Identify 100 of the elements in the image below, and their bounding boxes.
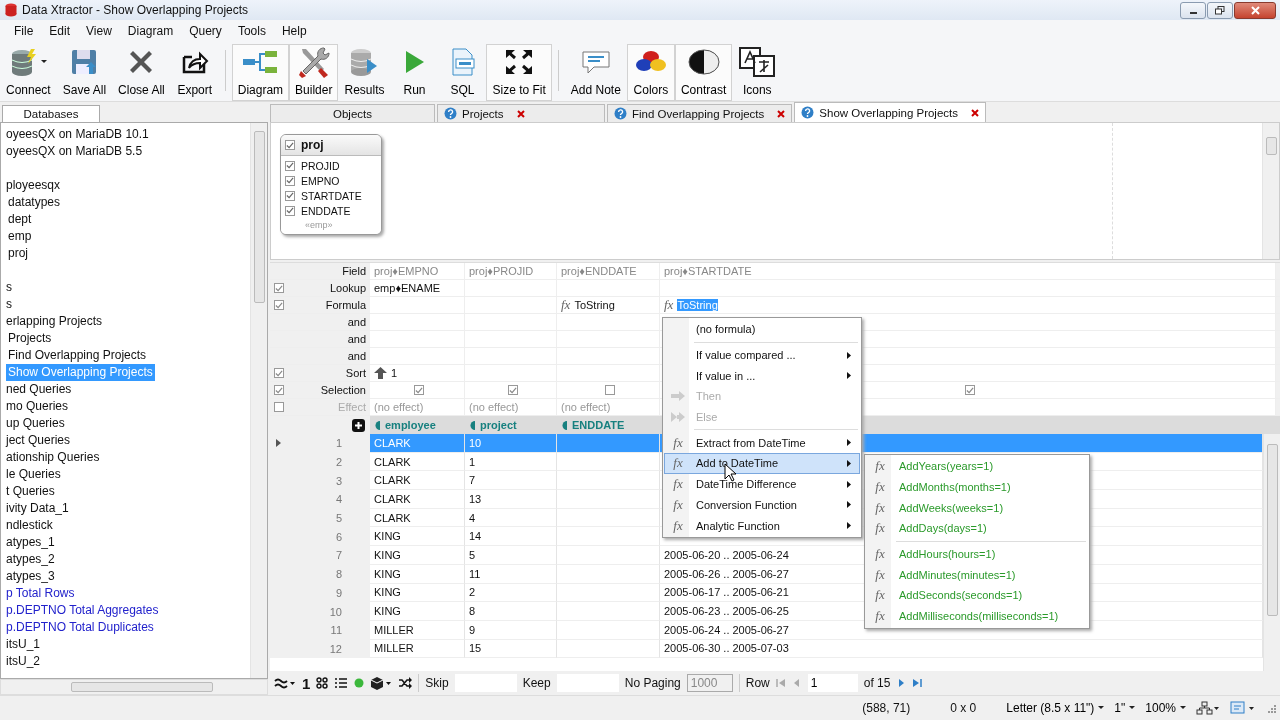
checkbox[interactable] bbox=[507, 385, 518, 395]
close-button[interactable] bbox=[1234, 1, 1276, 19]
menu-item[interactable]: If value in ... bbox=[664, 365, 860, 387]
toolbar-button[interactable]: Size to Fit bbox=[486, 44, 552, 101]
table-cell[interactable]: emp♦ENAME bbox=[370, 280, 465, 296]
minimize-button[interactable] bbox=[1180, 1, 1206, 19]
table-cell[interactable]: proj♦ENDDATE bbox=[557, 263, 660, 279]
close-icon[interactable] bbox=[777, 109, 786, 118]
checkbox[interactable] bbox=[274, 385, 284, 395]
tree-item[interactable]: emp bbox=[1, 228, 34, 245]
panel-tab[interactable]: Databases bbox=[2, 105, 100, 122]
checkbox[interactable] bbox=[285, 205, 295, 216]
scrollbar[interactable] bbox=[1263, 434, 1280, 671]
menu-item[interactable]: Edit bbox=[41, 24, 79, 38]
tree-item[interactable]: ject Queries bbox=[1, 432, 73, 449]
margin-dropdown[interactable]: 1" bbox=[1114, 701, 1136, 715]
checkbox[interactable] bbox=[285, 140, 295, 150]
hierarchy-icon[interactable] bbox=[1196, 701, 1220, 715]
menu-item[interactable]: fx Conversion Function bbox=[664, 494, 860, 516]
restore-button[interactable] bbox=[1207, 1, 1233, 19]
row-field[interactable]: 1 bbox=[807, 674, 858, 692]
toolbar-button[interactable]: Icons bbox=[732, 44, 783, 101]
table-cell[interactable]: 1 bbox=[370, 365, 465, 381]
tree-item[interactable]: Find Overlapping Projects bbox=[1, 347, 149, 364]
checkbox[interactable] bbox=[285, 190, 295, 201]
table-cell[interactable]: proj♦PROJID bbox=[465, 263, 557, 279]
first-page-icon[interactable] bbox=[775, 678, 786, 688]
document-tab[interactable]: Objects bbox=[270, 104, 435, 122]
toolbar-button[interactable]: Add Note bbox=[564, 44, 627, 101]
tree-item[interactable]: oyeesQX on MariaDB 10.1 bbox=[1, 126, 151, 143]
checkbox[interactable] bbox=[414, 385, 424, 395]
paper-dropdown[interactable]: Letter (8.5 x 11") bbox=[1006, 701, 1105, 715]
record-number[interactable]: 1 bbox=[302, 674, 311, 692]
table-card[interactable]: proj PROJID EMPNO STARTDATE ENDDATE «emp» bbox=[280, 134, 382, 235]
tree-item[interactable]: erlapping Projects bbox=[1, 313, 105, 330]
toolbar-button[interactable]: Close All bbox=[112, 44, 171, 101]
menu-item[interactable]: fx Add to DateTime bbox=[664, 453, 860, 474]
close-icon[interactable] bbox=[516, 109, 525, 118]
menu-item[interactable]: Help bbox=[273, 24, 315, 38]
menu-item[interactable]: fx AddMinutes(minutes=1) bbox=[866, 564, 1088, 586]
document-tab[interactable]: Find Overlapping Projects bbox=[607, 104, 793, 122]
table-cell[interactable]: fx ToString bbox=[660, 297, 1276, 313]
dots-icon[interactable] bbox=[316, 677, 329, 689]
scrollbar[interactable] bbox=[0, 679, 268, 695]
cube-icon[interactable] bbox=[370, 676, 393, 690]
menu-item[interactable]: If value compared ... bbox=[664, 344, 860, 366]
menu-item[interactable]: (no formula) bbox=[664, 319, 860, 340]
table-cell[interactable] bbox=[465, 382, 557, 398]
document-tab[interactable]: Projects bbox=[437, 104, 605, 122]
checkbox[interactable] bbox=[964, 385, 975, 395]
tree-item[interactable]: Projects bbox=[1, 330, 54, 347]
wave-icon[interactable] bbox=[274, 677, 296, 689]
tree-item[interactable]: s bbox=[1, 296, 14, 313]
tree-item[interactable]: atypes_3 bbox=[1, 568, 57, 585]
toolbar-button[interactable]: Save All bbox=[56, 44, 113, 101]
tree-item[interactable]: ployeesqx bbox=[1, 177, 63, 194]
shuffle-icon[interactable] bbox=[398, 677, 413, 689]
tree-item[interactable]: ationship Queries bbox=[1, 449, 102, 466]
toolbar-button[interactable]: Connect bbox=[0, 44, 57, 101]
table-cell[interactable]: proj♦STARTDATE bbox=[660, 263, 1276, 279]
tree-item[interactable]: up Queries bbox=[1, 415, 67, 432]
checkbox[interactable] bbox=[285, 160, 295, 171]
add-icon[interactable] bbox=[352, 418, 365, 432]
tree-item[interactable]: itsU_1 bbox=[1, 636, 42, 653]
toolbar-button[interactable]: Export bbox=[170, 44, 219, 101]
table-row[interactable]: 12 MILLER 15 2005-06-30 .. 2005-07-03 bbox=[270, 639, 1263, 659]
tree-item[interactable]: ndlestick bbox=[1, 517, 55, 534]
tree-item[interactable]: ned Queries bbox=[1, 381, 74, 398]
menu-item[interactable]: fx AddMonths(months=1) bbox=[866, 476, 1088, 498]
menu-item[interactable]: fx AddHours(hours=1) bbox=[866, 543, 1088, 565]
tree-item[interactable]: atypes_2 bbox=[1, 551, 57, 568]
close-icon[interactable] bbox=[971, 108, 980, 117]
tree-item[interactable]: t Queries bbox=[1, 483, 57, 500]
tree-item[interactable]: s bbox=[1, 279, 14, 296]
scrollbar[interactable] bbox=[250, 123, 267, 678]
table-cell[interactable] bbox=[557, 382, 660, 398]
tree-item[interactable]: p Total Rows bbox=[1, 585, 77, 602]
tree-item[interactable]: dept bbox=[1, 211, 34, 228]
table-cell[interactable]: proj♦EMPNO bbox=[370, 263, 465, 279]
list-icon[interactable] bbox=[334, 677, 349, 689]
menu-item[interactable]: fx Analytic Function bbox=[664, 515, 860, 536]
tree-item[interactable]: mo Queries bbox=[1, 398, 71, 415]
tree-item[interactable]: p.DEPTNO Total Aggregates bbox=[1, 602, 161, 619]
tree-item[interactable]: oyeesQX on MariaDB 5.5 bbox=[1, 143, 145, 160]
toolbar-button[interactable]: Colors bbox=[626, 44, 675, 101]
layout-icon[interactable] bbox=[1230, 701, 1256, 715]
zoom-dropdown[interactable]: 100% bbox=[1145, 701, 1186, 715]
checkbox[interactable] bbox=[605, 385, 615, 395]
checkbox[interactable] bbox=[274, 368, 284, 378]
menu-item[interactable]: File bbox=[6, 24, 42, 38]
toolbar-button[interactable]: Builder bbox=[289, 44, 339, 101]
toolbar-button[interactable]: Results bbox=[338, 44, 391, 101]
tree-item[interactable]: atypes_1 bbox=[1, 534, 57, 551]
toolbar-button[interactable]: Contrast bbox=[674, 44, 733, 101]
tree-item[interactable]: proj bbox=[1, 245, 30, 262]
table-cell[interactable]: fx ToString bbox=[557, 297, 660, 313]
scrollbar[interactable] bbox=[1262, 123, 1279, 259]
toolbar-button[interactable]: Diagram bbox=[231, 44, 290, 101]
document-tab[interactable]: Show Overlapping Projects bbox=[794, 102, 987, 122]
menu-item[interactable]: fx DateTime Difference bbox=[664, 473, 860, 495]
